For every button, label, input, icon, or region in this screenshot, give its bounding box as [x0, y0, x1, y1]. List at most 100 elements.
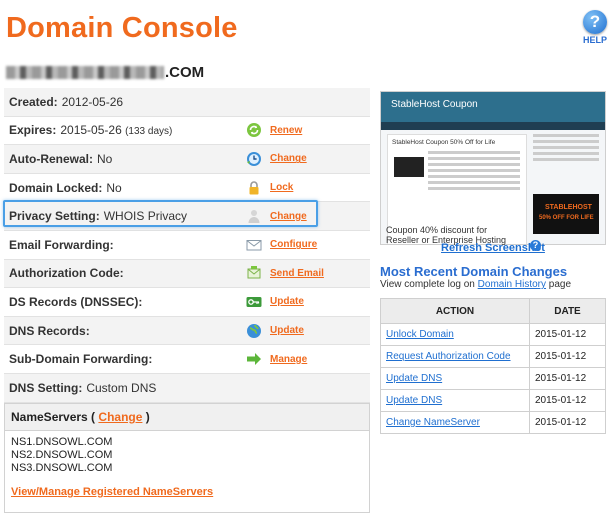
row-expires: Expires: 2015-05-26 (133 days) Renew	[4, 116, 370, 146]
row-value: 2012-05-26	[61, 94, 124, 109]
screenshot-nav	[381, 122, 605, 130]
renew-icon[interactable]	[246, 122, 262, 138]
row-value: No	[97, 151, 113, 166]
change-date: 2015-01-12	[529, 367, 606, 390]
recent-sub-text: View complete log on	[380, 279, 475, 290]
row-value: 2015-05-26	[60, 123, 122, 138]
screenshot-ad: STABLEHOST 50% OFF FOR LIFE	[533, 194, 599, 234]
screenshot-header-text: StableHost Coupon	[391, 99, 478, 110]
nameserver-list: NS1.DNSOWL.COM NS2.DNSOWL.COM NS3.DNSOWL…	[5, 431, 369, 475]
dns-records-update-link[interactable]: Update	[270, 325, 304, 336]
subdomain-manage-link[interactable]: Manage	[270, 354, 307, 365]
row-label: Privacy Setting:	[9, 209, 100, 224]
row-label: Domain Locked:	[9, 180, 103, 195]
table-row: Update DNS 2015-01-12	[380, 367, 606, 390]
email-forwarding-configure-link[interactable]: Configure	[270, 239, 317, 250]
lock-link[interactable]: Lock	[270, 182, 293, 193]
nameservers-heading-close: )	[145, 410, 150, 424]
nameserver-item: NS1.DNSOWL.COM	[11, 436, 113, 448]
change-date: 2015-01-12	[529, 389, 606, 412]
change-action-link[interactable]: Change NameServer	[386, 417, 480, 428]
table-row: Request Authorization Code 2015-01-12	[380, 345, 606, 368]
row-label: DS Records (DNSSEC):	[9, 294, 143, 309]
days-remaining: (133 days)	[125, 126, 173, 138]
screenshot-ad-offer: 50% OFF FOR LIFE	[539, 215, 594, 221]
row-label: Sub-Domain Forwarding:	[9, 352, 153, 367]
row-privacy-setting: Privacy Setting: WHOIS Privacy Change	[4, 202, 370, 231]
nameserver-item: NS2.DNSOWL.COM	[11, 449, 113, 461]
row-subdomain-forwarding: Sub-Domain Forwarding: Manage	[4, 345, 370, 374]
mail-send-icon[interactable]	[246, 265, 262, 281]
table-row: Update DNS 2015-01-12	[380, 389, 606, 412]
change-action-link[interactable]: Update DNS	[386, 395, 442, 406]
row-dns-records: DNS Records: Update	[4, 316, 370, 346]
nameserver-item: NS3.DNSOWL.COM	[11, 462, 113, 474]
globe-icon[interactable]	[246, 323, 262, 339]
help-icon: ?	[583, 10, 607, 34]
row-value: Custom DNS	[86, 380, 157, 395]
domain-history-link[interactable]: Domain History	[478, 279, 546, 290]
privacy-change-link[interactable]: Change	[270, 211, 307, 222]
site-screenshot: StableHost Coupon StableHost Coupon 50% …	[380, 91, 606, 245]
row-label: Expires:	[9, 123, 57, 138]
change-action-link[interactable]: Update DNS	[386, 373, 442, 384]
change-action-link[interactable]: Request Authorization Code	[386, 351, 511, 362]
manage-nameservers-link[interactable]: View/Manage Registered NameServers	[11, 486, 213, 498]
row-label: DNS Records:	[9, 323, 90, 338]
row-label: Email Forwarding:	[9, 237, 114, 252]
row-authorization-code: Authorization Code: Send Email	[4, 259, 370, 289]
row-domain-locked: Domain Locked: No Lock	[4, 173, 370, 203]
screenshot-post-image	[394, 157, 424, 177]
privacy-user-icon[interactable]	[246, 208, 262, 224]
row-label: Authorization Code:	[9, 266, 124, 281]
refresh-help-icon[interactable]: ?	[530, 240, 541, 251]
nameservers-heading-text: NameServers (	[11, 410, 96, 424]
column-action: ACTION	[380, 298, 530, 324]
redacted-domain	[6, 66, 164, 79]
domain-name: .COM	[6, 64, 204, 81]
page-title: Domain Console	[6, 12, 238, 44]
nameservers-change-link[interactable]: Change	[98, 410, 142, 424]
lock-icon[interactable]	[246, 180, 262, 196]
help-button[interactable]: ? HELP	[578, 10, 610, 45]
change-date: 2015-01-12	[529, 345, 606, 368]
table-row: Change NameServer 2015-01-12	[380, 411, 606, 434]
column-date: DATE	[529, 298, 606, 324]
renew-link[interactable]: Renew	[270, 125, 302, 136]
help-label: HELP	[582, 35, 607, 45]
recent-changes-table: ACTION DATE Unlock Domain 2015-01-12 Requ…	[380, 298, 606, 434]
change-date: 2015-01-12	[529, 411, 606, 434]
change-date: 2015-01-12	[529, 323, 606, 346]
row-value: No	[106, 180, 122, 195]
recent-sub-tail: page	[548, 279, 572, 290]
nameservers-heading: NameServers ( Change )	[5, 404, 369, 431]
row-email-forwarding: Email Forwarding: Configure	[4, 230, 370, 260]
change-action-link[interactable]: Unlock Domain	[386, 329, 454, 340]
key-icon[interactable]	[246, 294, 262, 310]
domain-suffix: .COM	[165, 64, 205, 81]
auto-renewal-change-link[interactable]: Change	[270, 153, 307, 164]
table-row: Unlock Domain 2015-01-12	[380, 323, 606, 346]
row-label: Auto-Renewal:	[9, 151, 93, 166]
send-email-link[interactable]: Send Email	[270, 268, 324, 279]
screenshot-ad-brand: STABLEHOST	[545, 204, 592, 211]
row-label: Created:	[9, 94, 58, 109]
recent-changes-subtitle: View complete log on Domain History page	[380, 279, 571, 290]
screenshot-post-title: StableHost Coupon 50% Off for Life	[392, 139, 496, 146]
domain-settings-panel: Created: 2012-05-26 Expires: 2015-05-26 (1…	[4, 88, 370, 403]
clock-icon[interactable]	[246, 151, 262, 167]
row-created: Created: 2012-05-26	[4, 88, 370, 117]
row-value: WHOIS Privacy	[103, 209, 188, 224]
nameservers-box: NameServers ( Change ) NS1.DNSOWL.COM NS…	[4, 403, 370, 513]
envelope-icon[interactable]	[246, 237, 262, 253]
row-dns-setting: DNS Setting: Custom DNS	[4, 373, 370, 403]
table-header-row: ACTION DATE	[380, 298, 606, 324]
row-auto-renewal: Auto-Renewal: No Change	[4, 145, 370, 174]
row-label: DNS Setting:	[9, 380, 83, 395]
screenshot-sidebar: STABLEHOST 50% OFF FOR LIFE	[533, 134, 599, 244]
arrow-right-icon[interactable]	[246, 351, 262, 367]
recent-changes-title: Most Recent Domain Changes	[380, 264, 568, 279]
screenshot-header: StableHost Coupon	[381, 92, 605, 122]
row-ds-records: DS Records (DNSSEC): Update	[4, 288, 370, 317]
ds-records-update-link[interactable]: Update	[270, 296, 304, 307]
